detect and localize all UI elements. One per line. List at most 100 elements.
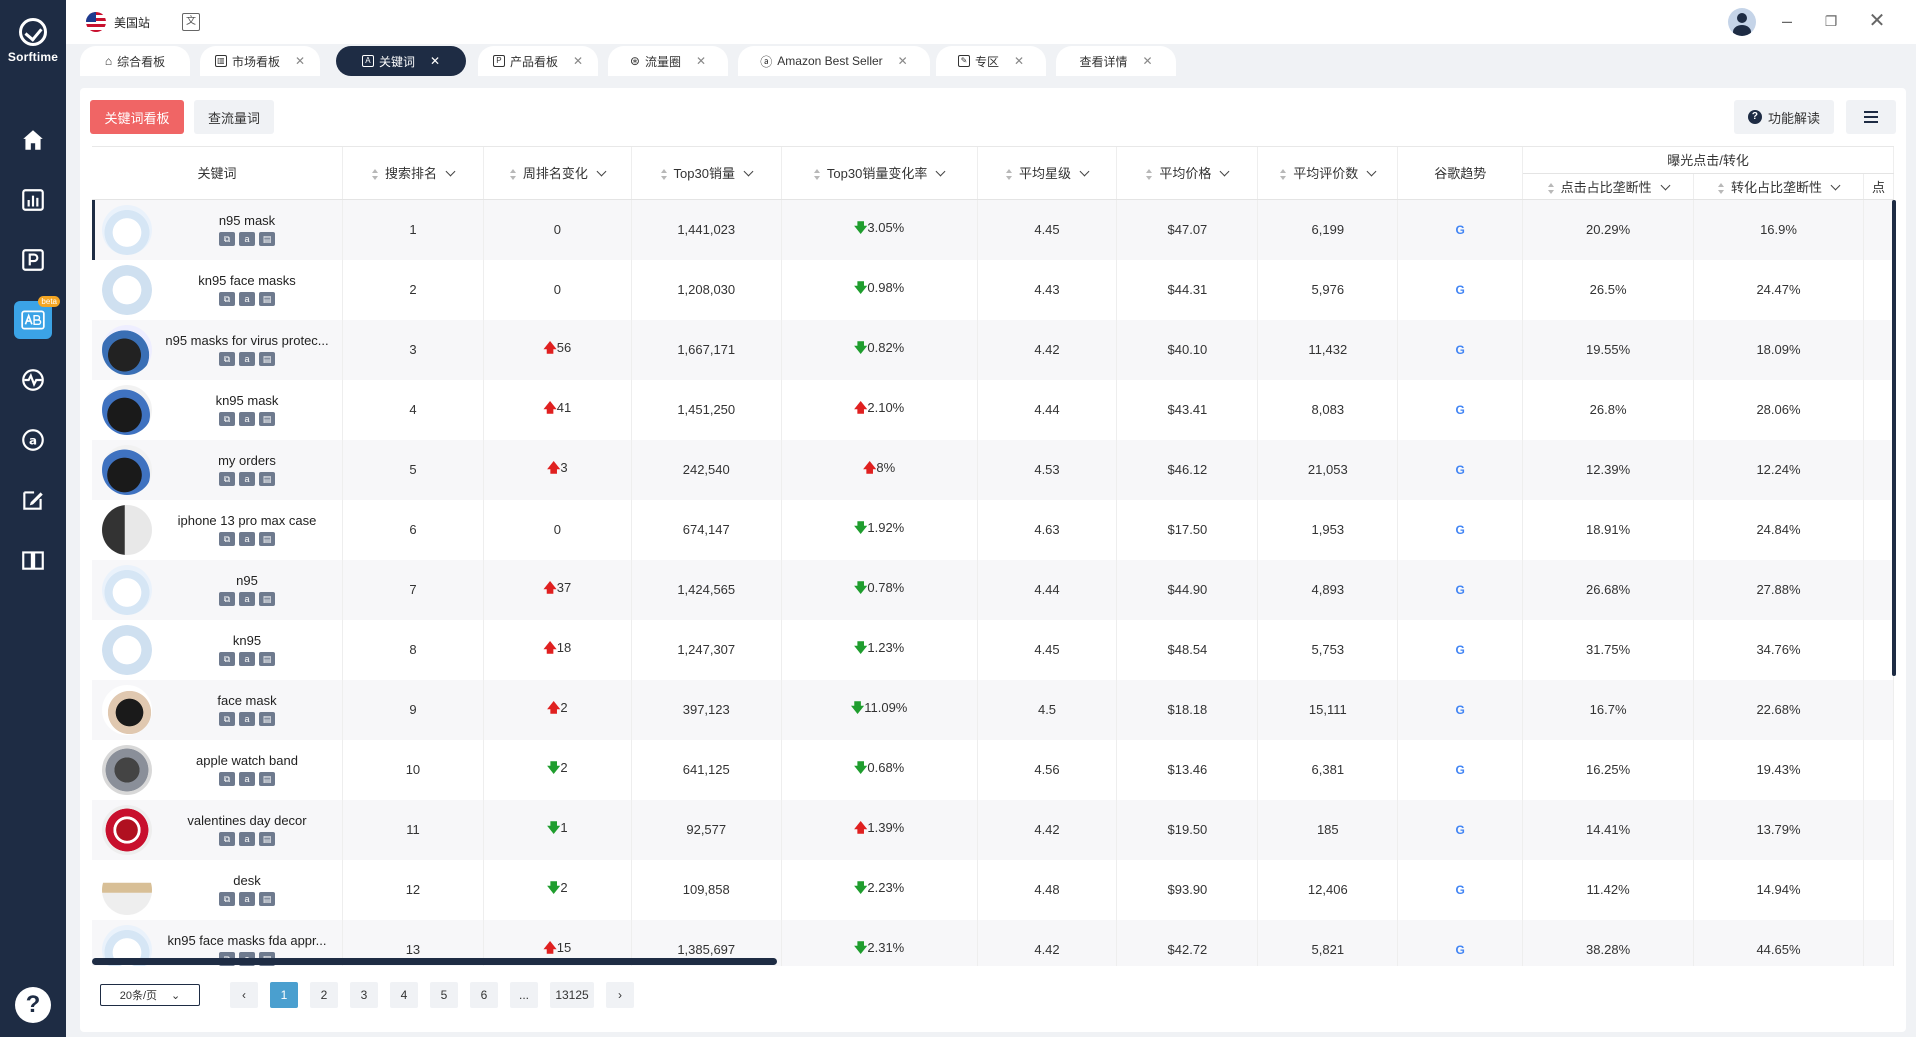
cell-google-trend[interactable]: G <box>1397 499 1524 560</box>
copy-icon[interactable]: ⧉ <box>219 712 235 726</box>
amazon-search-icon[interactable]: a <box>239 772 255 786</box>
google-icon[interactable]: G <box>1456 343 1465 357</box>
google-icon[interactable]: G <box>1456 283 1465 297</box>
col-click-partial[interactable]: 点 <box>1863 173 1894 200</box>
column-menu-button[interactable] <box>1846 100 1896 134</box>
cell-google-trend[interactable]: G <box>1397 859 1524 920</box>
table-row[interactable]: valentines day decor ⧉ a ▤ 11 🡇1 92,577 … <box>92 799 1894 860</box>
amazon-search-icon[interactable]: a <box>239 592 255 606</box>
copy-icon[interactable]: ⧉ <box>219 232 235 246</box>
page-button[interactable]: 3 <box>350 982 378 1008</box>
copy-icon[interactable]: ⧉ <box>219 832 235 846</box>
translate-icon[interactable]: ▤ <box>259 712 275 726</box>
amazon-search-icon[interactable]: a <box>239 652 255 666</box>
google-icon[interactable]: G <box>1456 823 1465 837</box>
user-avatar[interactable] <box>1728 8 1756 36</box>
keyword-text[interactable]: n95 mask <box>152 213 342 228</box>
keyword-text[interactable]: kn95 face masks fda appr... <box>152 933 342 948</box>
keyword-text[interactable]: desk <box>152 873 342 888</box>
translate-icon[interactable]: 文 <box>182 13 200 31</box>
keyword-board-button[interactable]: 关键词看板 <box>90 100 184 134</box>
product-thumbnail[interactable] <box>102 504 152 555</box>
table-row[interactable]: apple watch band ⧉ a ▤ 10 🡇2 641,125 🡇0.… <box>92 739 1894 800</box>
product-thumbnail[interactable] <box>102 804 152 855</box>
table-row[interactable]: kn95 face masks ⧉ a ▤ 2 0 1,208,030 🡇0.9… <box>92 259 1894 320</box>
google-icon[interactable]: G <box>1456 583 1465 597</box>
page-button[interactable]: 1 <box>270 982 298 1008</box>
tab-close-icon[interactable]: ✕ <box>1142 54 1152 68</box>
keyword-text[interactable]: n95 <box>152 573 342 588</box>
cell-google-trend[interactable]: G <box>1397 919 1524 966</box>
table-row[interactable]: n95 mask ⧉ a ▤ 1 0 1,441,023 🡇3.05% 4.45… <box>92 199 1894 260</box>
cell-keyword[interactable]: n95 ⧉ a ▤ <box>92 559 343 620</box>
translate-icon[interactable]: ▤ <box>259 832 275 846</box>
tab-close-icon[interactable]: ✕ <box>696 54 706 68</box>
table-row[interactable]: kn95 mask ⧉ a ▤ 4 🡅41 1,451,250 🡅2.10% 4… <box>92 379 1894 440</box>
tab-close-icon[interactable]: ✕ <box>898 54 908 68</box>
tab-product[interactable]: P 产品看板 ✕ <box>478 46 598 76</box>
amazon-search-icon[interactable]: a <box>239 532 255 546</box>
cell-google-trend[interactable]: G <box>1397 799 1524 860</box>
translate-icon[interactable]: ▤ <box>259 592 275 606</box>
product-thumbnail[interactable] <box>102 444 152 495</box>
google-icon[interactable]: G <box>1456 883 1465 897</box>
col-avg-star[interactable]: 平均星级 <box>977 147 1118 200</box>
restore-icon[interactable]: ❐ <box>1822 12 1840 30</box>
help-icon[interactable]: ? <box>15 987 51 1023</box>
col-click-share[interactable]: 点击占比垄断性 <box>1522 173 1695 200</box>
cell-google-trend[interactable]: G <box>1397 619 1524 680</box>
tab-details[interactable]: 查看详情 ✕ <box>1056 46 1176 76</box>
brand-logo[interactable]: Sorftime <box>0 18 66 64</box>
page-button[interactable]: 5 <box>430 982 458 1008</box>
product-thumbnail[interactable] <box>102 324 152 375</box>
product-thumbnail[interactable] <box>102 384 152 435</box>
cell-google-trend[interactable]: G <box>1397 559 1524 620</box>
copy-icon[interactable]: ⧉ <box>219 352 235 366</box>
horizontal-scrollbar[interactable] <box>92 958 777 965</box>
cell-keyword[interactable]: kn95 face masks ⧉ a ▤ <box>92 259 343 320</box>
table-row[interactable]: n95 ⧉ a ▤ 7 🡅37 1,424,565 🡇0.78% 4.44 $4… <box>92 559 1894 620</box>
amazon-search-icon[interactable]: a <box>239 832 255 846</box>
page-button[interactable]: 2 <box>310 982 338 1008</box>
google-icon[interactable]: G <box>1456 223 1465 237</box>
translate-icon[interactable]: ▤ <box>259 352 275 366</box>
copy-icon[interactable]: ⧉ <box>219 532 235 546</box>
function-guide-button[interactable]: ? 功能解读 <box>1734 100 1834 134</box>
close-window-icon[interactable]: ✕ <box>1868 11 1886 31</box>
product-thumbnail[interactable] <box>102 264 152 315</box>
translate-icon[interactable]: ▤ <box>259 892 275 906</box>
copy-icon[interactable]: ⧉ <box>219 412 235 426</box>
product-thumbnail[interactable] <box>102 744 152 795</box>
col-week-change[interactable]: 周排名变化 <box>483 147 632 200</box>
translate-icon[interactable]: ▤ <box>259 292 275 306</box>
tab-close-icon[interactable]: ✕ <box>1014 54 1024 68</box>
tab-overview[interactable]: ⌂ 综合看板 <box>80 46 190 76</box>
cell-keyword[interactable]: valentines day decor ⧉ a ▤ <box>92 799 343 860</box>
page-button[interactable]: 4 <box>390 982 418 1008</box>
cell-keyword[interactable]: face mask ⧉ a ▤ <box>92 679 343 740</box>
google-icon[interactable]: G <box>1456 643 1465 657</box>
amazon-search-icon[interactable]: a <box>239 232 255 246</box>
cell-google-trend[interactable]: G <box>1397 679 1524 740</box>
col-top30-sales[interactable]: Top30销量 <box>631 147 782 200</box>
cell-keyword[interactable]: kn95 mask ⧉ a ▤ <box>92 379 343 440</box>
copy-icon[interactable]: ⧉ <box>219 292 235 306</box>
next-page-button[interactable]: › <box>606 982 634 1008</box>
keyword-text[interactable]: kn95 <box>152 633 342 648</box>
col-avg-price[interactable]: 平均价格 <box>1116 147 1259 200</box>
translate-icon[interactable]: ▤ <box>259 412 275 426</box>
cell-google-trend[interactable]: G <box>1397 319 1524 380</box>
table-row[interactable]: my orders ⧉ a ▤ 5 🡅3 242,540 🡅8% 4.53 $4… <box>92 439 1894 500</box>
product-thumbnail[interactable] <box>102 684 152 735</box>
tab-traffic[interactable]: ⊛ 流量圈 ✕ <box>608 46 728 76</box>
tab-close-icon[interactable]: ✕ <box>295 54 305 68</box>
product-thumbnail[interactable] <box>102 564 152 615</box>
traffic-words-button[interactable]: 查流量词 <box>194 100 274 134</box>
google-icon[interactable]: G <box>1456 523 1465 537</box>
cell-google-trend[interactable]: G <box>1397 739 1524 800</box>
page-button[interactable]: 6 <box>470 982 498 1008</box>
keyword-text[interactable]: kn95 mask <box>152 393 342 408</box>
col-search-rank[interactable]: 搜索排名 <box>342 147 484 200</box>
translate-icon[interactable]: ▤ <box>259 532 275 546</box>
page-ellipsis[interactable]: ... <box>510 982 538 1008</box>
